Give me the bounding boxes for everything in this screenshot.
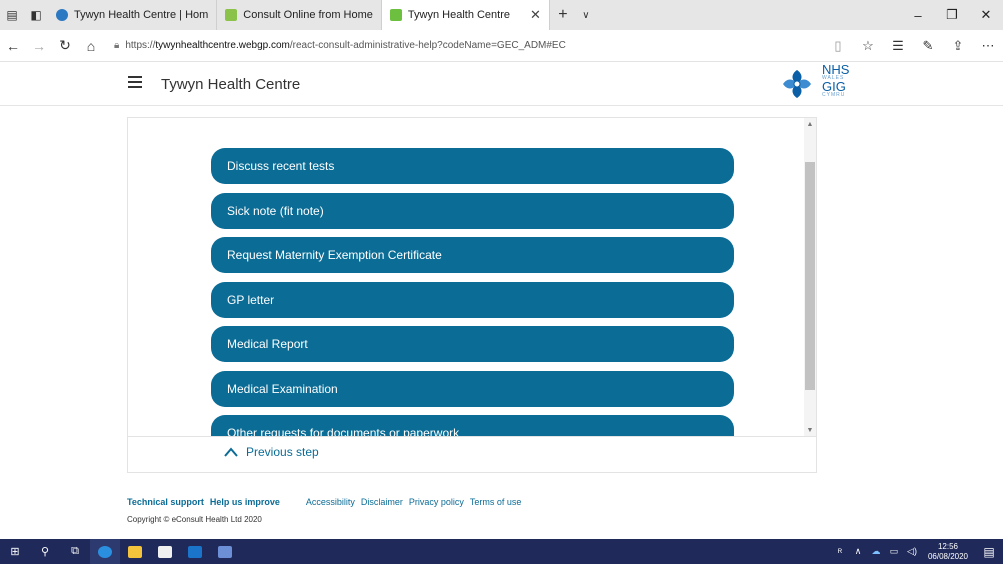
consult-panel: Discuss recent tests Sick note (fit note… — [127, 117, 817, 473]
windows-start-icon[interactable]: ⊞ — [0, 539, 30, 564]
site-footer: Technical support Help us improve Access… — [127, 497, 827, 531]
pen-notes-icon[interactable]: ✎ — [913, 32, 943, 60]
scroll-up-icon[interactable]: ▲ — [804, 118, 816, 130]
tab-consult-online[interactable]: Consult Online from Home — [217, 0, 382, 30]
chevron-up-icon — [224, 447, 238, 457]
search-icon[interactable]: ⚲ — [30, 539, 60, 564]
option-discuss-recent-tests[interactable]: Discuss recent tests — [211, 148, 734, 184]
consult-favicon-icon — [225, 9, 238, 21]
disclaimer-link[interactable]: Disclaimer — [361, 497, 403, 507]
site-header: Tywyn Health Centre NHS WALES GIG CYMRU — [0, 62, 1003, 106]
tab-label: Tywyn Health Centre | Hom — [74, 9, 209, 21]
home-icon[interactable]: ⌂ — [78, 32, 104, 60]
options-scroll-area: Discuss recent tests Sick note (fit note… — [128, 118, 816, 436]
new-tab-icon[interactable]: + — [550, 0, 576, 30]
back-icon[interactable]: ← — [0, 32, 26, 60]
system-tray: ᴿ ∧ ☁ ▭ ◁) 12:56 06/08/2020 ▤ — [831, 542, 1003, 562]
copyright-text: Copyright © eConsult Health Ltd 2020 — [127, 515, 262, 524]
option-other-requests[interactable]: Other requests for documents or paperwor… — [211, 415, 734, 436]
hamburger-menu-icon[interactable] — [128, 76, 142, 88]
edge-app-icon[interactable] — [90, 539, 120, 564]
tab-label: Tywyn Health Centre — [407, 9, 511, 21]
tab-actions-icon[interactable]: ▤ — [0, 0, 24, 30]
option-gp-letter[interactable]: GP letter — [211, 282, 734, 318]
accessibility-link[interactable]: Accessibility — [306, 497, 355, 507]
clock-time: 12:56 — [937, 541, 959, 551]
url-field[interactable]: 🔒︎ https://tywynhealthcentre.webgp.com/r… — [114, 33, 774, 59]
option-sick-note[interactable]: Sick note (fit note) — [211, 193, 734, 229]
vertical-scrollbar[interactable]: ▲ ▼ — [804, 118, 816, 436]
tab-label: Consult Online from Home — [243, 9, 373, 21]
lock-icon: 🔒︎ — [114, 40, 120, 51]
window-controls: – ❐ ✕ — [901, 0, 1003, 30]
option-medical-examination[interactable]: Medical Examination — [211, 371, 734, 407]
refresh-icon[interactable]: ↻ — [52, 32, 78, 60]
share-icon[interactable]: ⇪ — [943, 32, 973, 60]
panel-divider — [128, 436, 816, 437]
privacy-policy-link[interactable]: Privacy policy — [409, 497, 464, 507]
close-window-icon[interactable]: ✕ — [969, 0, 1003, 30]
scroll-down-icon[interactable]: ▼ — [804, 424, 816, 436]
terms-of-use-link[interactable]: Terms of use — [470, 497, 522, 507]
tab-home[interactable]: Tywyn Health Centre | Hom — [48, 0, 218, 30]
tab-list-chevron-icon[interactable]: ∨ — [576, 0, 596, 30]
previous-step-label: Previous step — [246, 445, 319, 459]
network-app-icon[interactable] — [210, 539, 240, 564]
scrollbar-thumb[interactable] — [805, 162, 815, 390]
option-maternity-exemption[interactable]: Request Maternity Exemption Certificate — [211, 237, 734, 273]
network-icon[interactable]: ▭ — [885, 546, 903, 557]
outlook-icon[interactable] — [180, 539, 210, 564]
clock-date: 06/08/2020 — [927, 551, 969, 561]
reading-view-icon[interactable]: ▯ — [823, 32, 853, 60]
clock[interactable]: 12:56 06/08/2020 — [921, 542, 975, 562]
chevron-up-tray-icon[interactable]: ∧ — [849, 546, 867, 557]
favorites-list-icon[interactable]: ☰ — [883, 32, 913, 60]
forward-icon[interactable]: → — [26, 32, 52, 60]
people-icon[interactable]: ᴿ — [831, 547, 849, 557]
close-tab-icon[interactable]: ✕ — [530, 7, 541, 23]
file-explorer-icon[interactable] — [120, 539, 150, 564]
set-aside-tabs-icon[interactable]: ◧ — [24, 0, 48, 30]
nhs-logo-text: NHS WALES GIG CYMRU — [822, 62, 850, 98]
favorite-star-icon[interactable]: ☆ — [853, 32, 883, 60]
site-title: Tywyn Health Centre — [161, 76, 301, 93]
notifications-icon[interactable]: ▤ — [975, 545, 1003, 559]
tab-active[interactable]: Tywyn Health Centre ✕ — [381, 0, 550, 30]
econsult-favicon-icon — [389, 9, 402, 21]
address-bar-row: ← → ↻ ⌂ 🔒︎ https://tywynhealthcentre.web… — [0, 30, 1003, 62]
option-medical-report[interactable]: Medical Report — [211, 326, 734, 362]
previous-step-button[interactable]: Previous step — [224, 445, 319, 459]
volume-icon[interactable]: ◁) — [903, 546, 921, 557]
help-us-improve-link[interactable]: Help us improve — [210, 497, 280, 507]
restore-icon[interactable]: ❐ — [935, 0, 969, 30]
technical-support-link[interactable]: Technical support — [127, 497, 204, 507]
onedrive-icon[interactable]: ☁ — [867, 546, 885, 557]
store-icon[interactable] — [150, 539, 180, 564]
minimize-icon[interactable]: – — [901, 0, 935, 30]
browser-tab-bar: ▤ ◧ Tywyn Health Centre | Hom Consult On… — [0, 0, 1003, 30]
globe-favicon-icon — [56, 9, 68, 21]
windows-taskbar: ⊞ ⚲ ⧉ ᴿ ∧ ☁ ▭ ◁) 12:56 06/08/2020 ▤ — [0, 539, 1003, 564]
url-text: https://tywynhealthcentre.webgp.com/reac… — [125, 40, 566, 51]
more-options-icon[interactable]: ⋯ — [973, 32, 1003, 60]
task-view-icon[interactable]: ⧉ — [60, 539, 90, 564]
